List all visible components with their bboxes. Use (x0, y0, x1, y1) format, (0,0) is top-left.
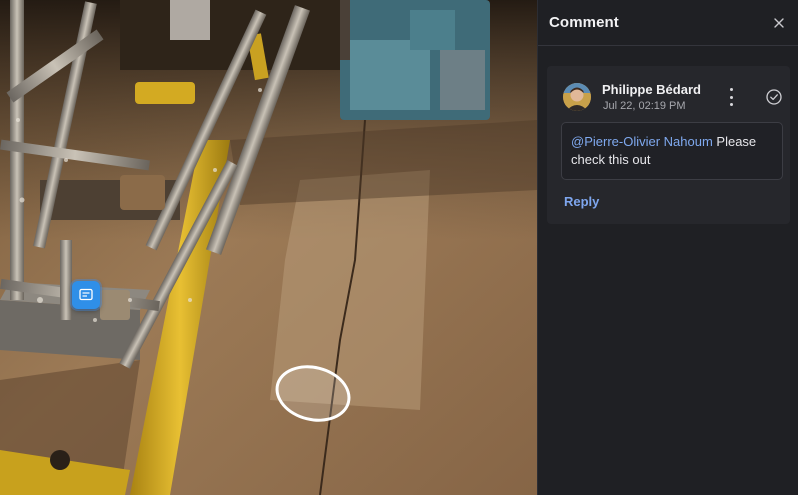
panel-header: Comment (538, 0, 798, 46)
close-icon (774, 17, 784, 28)
site-photo (0, 0, 537, 495)
more-vertical-icon (729, 88, 733, 91)
close-button[interactable] (770, 14, 788, 32)
check-circle-icon (766, 89, 782, 105)
avatar-image (563, 83, 591, 111)
resolve-button[interactable] (765, 88, 783, 106)
comment-panel: Comment Philippe Bédard Jul 22, 02:19 PM (537, 0, 798, 495)
annotation-pin[interactable] (72, 281, 100, 309)
user-mention[interactable]: @Pierre-Olivier Nahoum (571, 134, 713, 149)
comment-card: Philippe Bédard Jul 22, 02:19 PM @Pierre… (547, 66, 790, 224)
avatar (563, 83, 591, 111)
comment-author: Philippe Bédard (602, 82, 701, 97)
more-options-button[interactable] (725, 88, 737, 106)
comment-timestamp: Jul 22, 02:19 PM (603, 100, 686, 112)
annotation-pin-icon (79, 288, 93, 301)
reply-button[interactable]: Reply (564, 194, 599, 209)
panel-title: Comment (549, 14, 619, 31)
comment-body: @Pierre-Olivier Nahoum Please check this… (561, 122, 783, 180)
photo-viewport[interactable] (0, 0, 537, 495)
